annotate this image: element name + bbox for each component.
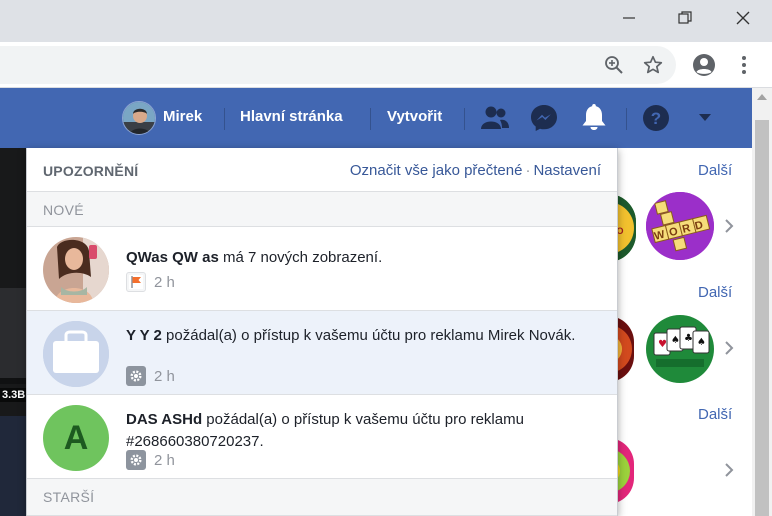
svg-text:♣: ♣	[684, 333, 693, 344]
notification-item[interactable]: A DAS ASHd požádal(a) o přístup k vašemu…	[27, 395, 617, 479]
browser-toolbar	[0, 42, 772, 88]
more-link[interactable]: Další	[698, 284, 732, 301]
facebook-top-bar: Mirek Hlavní stránka Vytvořit ?	[0, 88, 752, 148]
notification-meta: 2 h	[126, 366, 175, 386]
view-count-badge: 3.3B	[0, 388, 26, 402]
notification-text: QWas QW as má 7 nových zobrazení.	[126, 247, 586, 269]
nav-divider	[626, 108, 627, 130]
notification-actor: QWas QW as	[126, 249, 219, 266]
scroll-thumb[interactable]	[755, 120, 769, 516]
notification-actor: Y Y 2	[126, 327, 162, 344]
notification-time: 2 h	[154, 367, 175, 385]
help-icon[interactable]: ?	[640, 102, 672, 134]
notification-item[interactable]: Y Y 2 požádal(a) o přístup k vašemu účtu…	[27, 311, 617, 395]
chevron-right-icon[interactable]	[722, 341, 736, 355]
nav-divider	[224, 108, 225, 130]
notification-time: 2 h	[154, 273, 175, 291]
messenger-icon[interactable]	[528, 102, 560, 134]
notification-item[interactable]: QWas QW as má 7 nových zobrazení. 2 h	[27, 227, 617, 311]
nav-divider	[464, 108, 465, 130]
notification-text: DAS ASHd požádal(a) o přístup k vašemu ú…	[126, 409, 586, 453]
close-window-button[interactable]	[714, 0, 772, 36]
notifications-header-links: Označit vše jako přečtené · Nastavení	[350, 162, 601, 179]
notifications-title: UPOZORNĚNÍ	[43, 163, 139, 179]
zoom-icon[interactable]	[604, 55, 624, 75]
profile-icon[interactable]	[692, 53, 716, 77]
account-dropdown-icon[interactable]	[689, 102, 721, 134]
page-scrollbar[interactable]	[752, 88, 772, 516]
notification-actor: DAS ASHd	[126, 411, 203, 428]
notification-action: požádal(a) o přístup k vašemu účtu pro r…	[161, 327, 576, 344]
nav-user-name[interactable]: Mirek	[163, 108, 202, 125]
notifications-dropdown: UPOZORNĚNÍ Označit vše jako přečtené · Nas…	[26, 148, 618, 516]
more-link[interactable]: Další	[698, 162, 732, 179]
link-separator: ·	[525, 162, 531, 179]
notifications-bell-icon[interactable]	[578, 102, 610, 134]
section-label-new: NOVÉ	[27, 192, 617, 227]
screen: Mirek Hlavní stránka Vytvořit ? 3.3B Dal…	[0, 0, 772, 516]
chevron-right-icon[interactable]	[722, 463, 736, 477]
address-bar[interactable]	[0, 46, 676, 84]
minimize-button[interactable]	[600, 0, 658, 36]
game-thumbnail-solitaire[interactable]: ♥ ♠ ♣ ♠	[646, 315, 714, 383]
notification-avatar	[43, 237, 109, 303]
section-label-older: STARŠÍ	[27, 479, 617, 516]
more-link[interactable]: Další	[698, 406, 732, 423]
notification-avatar: A	[43, 405, 109, 471]
notification-meta: 2 h	[126, 450, 175, 470]
nav-divider	[370, 108, 371, 130]
notifications-header: UPOZORNĚNÍ Označit vše jako přečtené · Nas…	[27, 148, 617, 192]
user-avatar[interactable]	[122, 101, 156, 135]
svg-text:♠: ♠	[671, 335, 680, 346]
notification-time: 2 h	[154, 451, 175, 469]
svg-text:♠: ♠	[697, 337, 706, 348]
game-thumbnail-word[interactable]: WORD	[646, 192, 714, 260]
flag-icon	[126, 272, 146, 292]
close-icon	[736, 11, 750, 25]
avatar-letter: A	[63, 418, 89, 457]
gear-icon	[126, 366, 146, 386]
notification-settings-link[interactable]: Nastavení	[533, 162, 601, 179]
minimize-icon	[623, 17, 635, 19]
browser-menu-icon[interactable]	[732, 53, 756, 77]
nav-create-link[interactable]: Vytvořit	[387, 108, 442, 125]
games-side-panel: Další DO WORD Další	[608, 148, 752, 516]
svg-text:?: ?	[651, 109, 661, 128]
notification-meta: 2 h	[126, 272, 175, 292]
chevron-right-icon[interactable]	[722, 219, 736, 233]
restore-icon	[678, 11, 692, 24]
nav-home-link[interactable]: Hlavní stránka	[240, 108, 343, 125]
friend-requests-icon[interactable]	[479, 102, 511, 134]
bookmark-star-icon[interactable]	[643, 55, 663, 75]
notification-avatar	[43, 321, 109, 387]
browser-titlebar	[0, 0, 772, 42]
background-video-area: 3.3B	[0, 148, 26, 516]
svg-text:♥: ♥	[658, 339, 667, 350]
notification-action: má 7 nových zobrazení.	[218, 249, 383, 266]
notification-text: Y Y 2 požádal(a) o přístup k vašemu účtu…	[126, 325, 586, 347]
mark-all-read-link[interactable]: Označit vše jako přečtené	[350, 162, 523, 179]
gear-icon	[126, 450, 146, 470]
restore-button[interactable]	[656, 0, 714, 36]
scroll-up-icon[interactable]	[757, 94, 767, 100]
